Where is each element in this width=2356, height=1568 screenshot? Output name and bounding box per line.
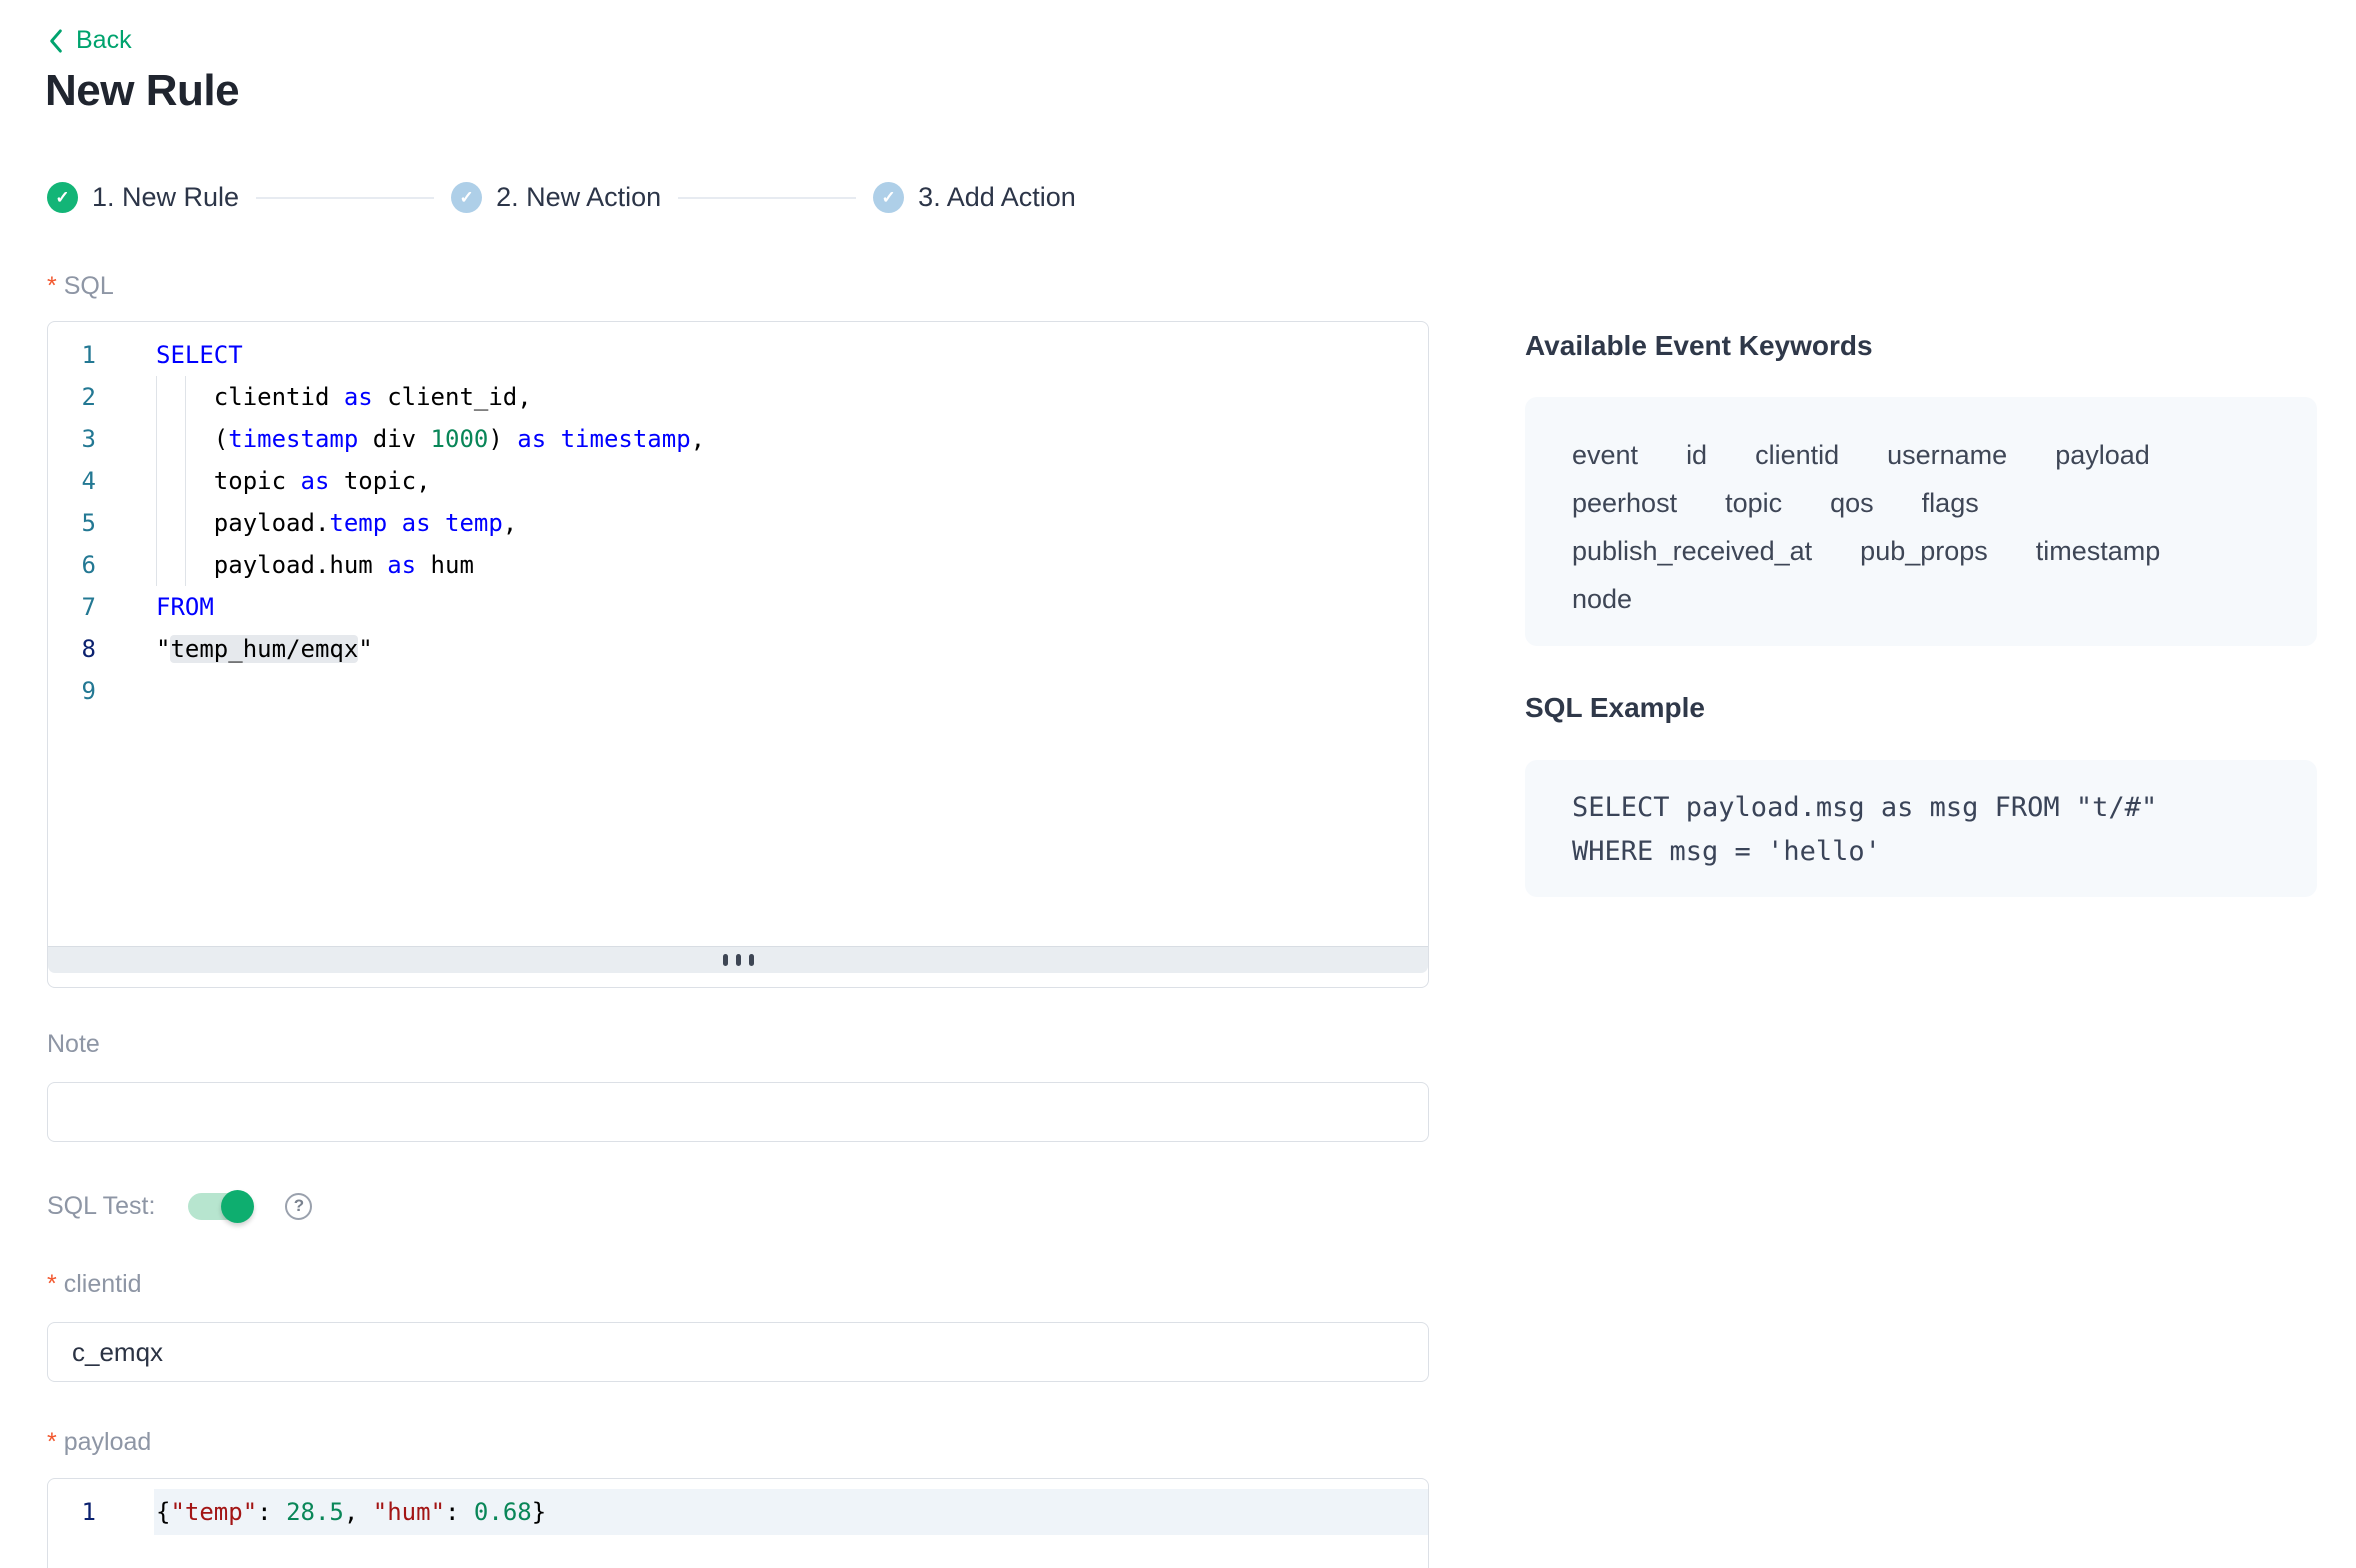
check-circle-icon: ✓ — [47, 182, 78, 213]
event-keyword: qos — [1830, 479, 1874, 527]
sql-example-line: SELECT payload.msg as msg FROM "t/#" — [1572, 786, 2277, 830]
code-line[interactable]: 1 {"temp": 28.5, "hum": 0.68} — [48, 1489, 1428, 1535]
check-circle-icon: ✓ — [451, 182, 482, 213]
clientid-input[interactable] — [47, 1322, 1429, 1382]
code-text: clientid as client_id, — [156, 376, 532, 418]
note-field-label: Note — [47, 1030, 100, 1059]
line-number: 6 — [48, 544, 96, 586]
sql-example-panel: SELECT payload.msg as msg FROM "t/#"WHER… — [1525, 760, 2317, 897]
check-circle-icon: ✓ — [873, 182, 904, 213]
new-rule-page: Back New Rule ✓ 1. New Rule ✓ 2. New Action… — [0, 0, 2356, 1568]
event-keyword: timestamp — [2036, 527, 2161, 575]
step-connector — [678, 197, 856, 199]
event-keyword: username — [1887, 431, 2007, 479]
code-text: FROM — [156, 586, 214, 628]
payload-editor[interactable]: 1 {"temp": 28.5, "hum": 0.68} — [47, 1478, 1429, 1568]
event-keywords-panel: eventid clientid username payload peerhost to… — [1525, 397, 2317, 646]
line-number: 7 — [48, 586, 96, 628]
chevron-left-icon — [47, 28, 65, 54]
payload-editor-content[interactable]: 1 {"temp": 28.5, "hum": 0.68} — [48, 1479, 1428, 1535]
code-line[interactable]: 7 FROM — [48, 586, 1428, 628]
code-line[interactable]: 3 (timestamp div 1000) as timestamp, — [48, 418, 1428, 460]
keyword-row: eventid clientid username payload — [1572, 431, 2277, 479]
code-text: {"temp": 28.5, "hum": 0.68} — [156, 1489, 546, 1535]
step-label: 1. New Rule — [92, 182, 239, 213]
event-keyword: publish_received_at — [1572, 527, 1812, 575]
step-label: 2. New Action — [496, 182, 661, 213]
keyword-row: publish_received_at pub_props timestamp — [1572, 527, 2277, 575]
back-link[interactable]: Back — [47, 26, 132, 55]
resize-dot-icon — [736, 954, 741, 966]
event-keyword: node — [1572, 575, 1632, 623]
sql-editor[interactable]: 1SELECT2 clientid as client_id,3 (timest… — [47, 321, 1429, 988]
code-text: topic as topic, — [156, 460, 431, 502]
sql-label-text: SQL — [64, 272, 114, 300]
code-text: (timestamp div 1000) as timestamp, — [156, 418, 705, 460]
line-number: 4 — [48, 460, 96, 502]
line-number: 5 — [48, 502, 96, 544]
code-line[interactable]: 5 payload.temp as temp, — [48, 502, 1428, 544]
sql-test-toggle[interactable] — [188, 1193, 252, 1220]
line-number: 1 — [48, 1489, 96, 1535]
note-input[interactable] — [47, 1082, 1429, 1142]
event-keyword: event — [1572, 431, 1638, 479]
payload-label-text: payload — [64, 1428, 152, 1456]
event-keyword: flags — [1922, 479, 1979, 527]
step-item-1[interactable]: ✓ 1. New Rule — [47, 182, 239, 213]
code-line[interactable]: 9 — [48, 670, 1428, 712]
keywords-panel-title: Available Event Keywords — [1525, 330, 1873, 362]
event-keyword: clientid — [1755, 431, 1839, 479]
clientid-field-label: *clientid — [47, 1270, 142, 1299]
resize-dot-icon — [749, 954, 754, 966]
code-text: payload.temp as temp, — [156, 502, 517, 544]
toggle-knob — [221, 1190, 254, 1223]
code-text: SELECT — [156, 334, 243, 376]
resize-dot-icon — [723, 954, 728, 966]
sql-editor-content[interactable]: 1SELECT2 clientid as client_id,3 (timest… — [48, 322, 1428, 946]
keyword-row: node — [1572, 575, 2277, 623]
code-line[interactable]: 4 topic as topic, — [48, 460, 1428, 502]
help-icon[interactable]: ? — [285, 1193, 312, 1220]
clientid-label-text: clientid — [64, 1270, 142, 1298]
line-number: 9 — [48, 670, 96, 712]
step-item-2[interactable]: ✓ 2. New Action — [451, 182, 661, 213]
sql-example-line: WHERE msg = 'hello' — [1572, 830, 2277, 874]
page-title: New Rule — [45, 66, 239, 116]
event-keyword: pub_props — [1860, 527, 1988, 575]
event-keyword: id — [1686, 431, 1707, 479]
event-keyword: peerhost — [1572, 479, 1677, 527]
required-asterisk: * — [47, 1270, 57, 1298]
line-number: 8 — [48, 628, 96, 670]
line-number: 3 — [48, 418, 96, 460]
sql-test-row: SQL Test: ? — [47, 1188, 312, 1224]
code-line[interactable]: 1 SELECT — [48, 334, 1428, 376]
note-label-text: Note — [47, 1030, 100, 1058]
required-asterisk: * — [47, 272, 57, 300]
step-item-3[interactable]: ✓ 3. Add Action — [873, 182, 1076, 213]
step-label: 3. Add Action — [918, 182, 1076, 213]
event-keyword: topic — [1725, 479, 1782, 527]
code-line[interactable]: 8 "temp_hum/emqx" — [48, 628, 1428, 670]
keyword-row: peerhost topic qos flags — [1572, 479, 2277, 527]
line-number: 1 — [48, 334, 96, 376]
sql-test-label: SQL Test: — [47, 1192, 155, 1221]
step-indicator: ✓ 1. New Rule ✓ 2. New Action ✓ 3. Add Action — [47, 182, 1076, 213]
editor-resize-handle[interactable] — [48, 946, 1428, 973]
code-line[interactable]: 2 clientid as client_id, — [48, 376, 1428, 418]
code-line[interactable]: 6 payload.hum as hum — [48, 544, 1428, 586]
line-number: 2 — [48, 376, 96, 418]
back-label: Back — [76, 26, 132, 55]
payload-field-label: *payload — [47, 1428, 151, 1457]
required-asterisk: * — [47, 1428, 57, 1456]
event-keyword: payload — [2055, 431, 2150, 479]
code-text: "temp_hum/emqx" — [156, 628, 373, 670]
step-connector — [256, 197, 434, 199]
sql-example-title: SQL Example — [1525, 692, 1705, 724]
sql-field-label: *SQL — [47, 272, 114, 301]
code-text: payload.hum as hum — [156, 544, 474, 586]
